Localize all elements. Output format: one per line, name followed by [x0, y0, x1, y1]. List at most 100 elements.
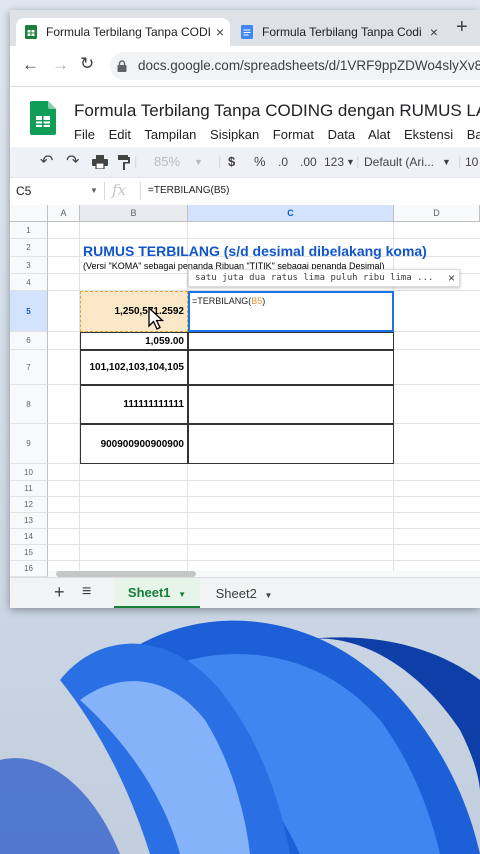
decrease-decimal-button[interactable]: .0	[278, 147, 288, 177]
formula-suffix: )	[262, 296, 266, 306]
column-header-b[interactable]: B	[80, 205, 188, 222]
row-header[interactable]: 3	[10, 257, 48, 274]
row-header[interactable]: 6	[10, 332, 48, 350]
row-header[interactable]: 12	[10, 497, 48, 513]
menu-extensions[interactable]: Ekstensi	[404, 127, 453, 142]
gridline	[48, 560, 480, 561]
new-tab-button[interactable]: +	[456, 16, 468, 39]
forward-arrow-icon[interactable]: →	[52, 55, 69, 75]
browser-tab-inactive[interactable]: Formula Terbilang Tanpa Coding ×	[232, 18, 444, 46]
fx-icon: fx	[112, 181, 127, 199]
sheet-tab-sheet2[interactable]: Sheet2 ▼	[206, 578, 282, 608]
percent-button[interactable]: %	[254, 147, 266, 177]
menu-tools[interactable]: Alat	[368, 127, 390, 142]
row-header[interactable]: 7	[10, 350, 48, 385]
sheet-tab-sheet1[interactable]: Sheet1 ▼	[114, 578, 200, 608]
formula-result-preview: satu juta dua ratus lima puluh ribu lima…	[188, 269, 460, 287]
close-tab-icon[interactable]: ×	[430, 24, 438, 40]
cell-c5-active[interactable]: =TERBILANG(B5)	[188, 291, 394, 332]
menu-file[interactable]: File	[74, 127, 95, 142]
row-header[interactable]: 16	[10, 561, 48, 577]
font-select[interactable]: Default (Ari...	[364, 147, 434, 177]
cell-b9[interactable]: 900900900900900	[80, 424, 188, 464]
add-sheet-button[interactable]: +	[54, 582, 65, 603]
redo-icon[interactable]: ↷	[66, 147, 79, 177]
sheet-tabs-bar: + ≡ Sheet1 ▼ Sheet2 ▼	[10, 577, 480, 608]
row-header[interactable]: 2	[10, 239, 48, 257]
url-text: docs.google.com/spreadsheets/d/1VRF9ppZD…	[138, 58, 480, 73]
number-format-button[interactable]: 123	[324, 147, 344, 177]
row-header[interactable]: 1	[10, 222, 48, 239]
toolbar-divider: |	[134, 154, 138, 169]
gridline	[48, 480, 480, 481]
zoom-select[interactable]: 85%	[154, 147, 180, 177]
spreadsheet-grid[interactable]: A B C D 1 2 3 4 5 6 7 8 9 10 11 12 13 14…	[10, 205, 480, 577]
browser-tab-strip: Formula Terbilang Tanpa CODING × Formula…	[10, 10, 480, 46]
row-header[interactable]: 15	[10, 545, 48, 561]
document-title[interactable]: Formula Terbilang Tanpa CODING dengan RU…	[74, 101, 480, 121]
cell-c7[interactable]	[188, 350, 394, 385]
browser-tab-title: Formula Terbilang Tanpa CODING	[46, 25, 211, 39]
formula-bar-divider	[140, 182, 141, 200]
toolbar-divider: |	[356, 154, 360, 169]
increase-decimal-button[interactable]: .00	[300, 147, 317, 177]
all-sheets-list-icon[interactable]: ≡	[82, 583, 91, 601]
formula-bar-divider	[104, 182, 105, 200]
chevron-down-icon: ▼	[194, 157, 203, 167]
mouse-cursor-icon	[148, 307, 164, 330]
docs-favicon-icon	[241, 25, 253, 39]
row-header[interactable]: 13	[10, 513, 48, 529]
browser-tab-title: Formula Terbilang Tanpa Coding	[262, 25, 422, 39]
menu-view[interactable]: Tampilan	[144, 127, 196, 142]
column-header-a[interactable]: A	[48, 205, 80, 222]
menu-edit[interactable]: Edit	[109, 127, 131, 142]
browser-window: Formula Terbilang Tanpa CODING × Formula…	[10, 10, 480, 608]
row-header[interactable]: 14	[10, 529, 48, 545]
cell-c8[interactable]	[188, 385, 394, 424]
sheets-logo-icon	[30, 101, 56, 135]
row-header[interactable]: 10	[10, 464, 48, 481]
cell-b7[interactable]: 101,102,103,104,105	[80, 350, 188, 385]
row-header[interactable]: 4	[10, 274, 48, 291]
close-tab-icon[interactable]: ×	[216, 24, 224, 40]
close-icon[interactable]: ×	[448, 270, 455, 286]
gridline	[48, 512, 480, 513]
chevron-down-icon[interactable]: ▼	[90, 186, 98, 195]
cell-b6[interactable]: 1,059.00	[80, 332, 188, 350]
toolbar-divider: |	[218, 154, 222, 169]
row-header[interactable]: 11	[10, 481, 48, 497]
reload-icon[interactable]: ↻	[80, 54, 94, 74]
menu-bar: File Edit Tampilan Sisipkan Format Data …	[74, 127, 480, 142]
cell-c9[interactable]	[188, 424, 394, 464]
paint-format-icon[interactable]	[118, 155, 130, 170]
print-icon[interactable]	[92, 155, 108, 169]
chevron-down-icon: ▼	[442, 157, 451, 167]
name-box[interactable]: C5	[16, 184, 31, 198]
chevron-down-icon: ▼	[178, 590, 187, 599]
formula-input[interactable]: =TERBILANG(B5)	[148, 185, 229, 196]
sheet-tab-label: Sheet2	[215, 586, 257, 601]
cell-b5[interactable]: 1,250,571.2592	[80, 291, 188, 332]
undo-icon[interactable]: ↶	[40, 147, 53, 177]
row-header[interactable]: 8	[10, 385, 48, 424]
gridline	[48, 544, 480, 545]
chevron-down-icon: ▼	[264, 591, 273, 600]
menu-data[interactable]: Data	[328, 127, 355, 142]
browser-tab-active[interactable]: Formula Terbilang Tanpa CODING ×	[16, 18, 230, 46]
gridline	[48, 528, 480, 529]
url-field[interactable]: docs.google.com/spreadsheets/d/1VRF9ppZD…	[110, 52, 480, 80]
font-size-field[interactable]: 10	[465, 147, 478, 177]
currency-button[interactable]: $	[228, 147, 235, 177]
menu-format[interactable]: Format	[273, 127, 314, 142]
menu-insert[interactable]: Sisipkan	[210, 127, 259, 142]
menu-help[interactable]: Bant	[467, 127, 480, 142]
row-header[interactable]: 5	[10, 291, 48, 332]
cell-c6[interactable]	[188, 332, 394, 350]
column-header-c[interactable]: C	[188, 205, 394, 222]
row-header[interactable]: 9	[10, 424, 48, 464]
select-all-corner[interactable]	[10, 205, 48, 222]
cell-b8[interactable]: 111111111111	[80, 385, 188, 424]
formula-prefix: =TERBILANG(	[192, 296, 252, 306]
column-header-d[interactable]: D	[394, 205, 480, 222]
back-arrow-icon[interactable]: ←	[22, 55, 39, 75]
